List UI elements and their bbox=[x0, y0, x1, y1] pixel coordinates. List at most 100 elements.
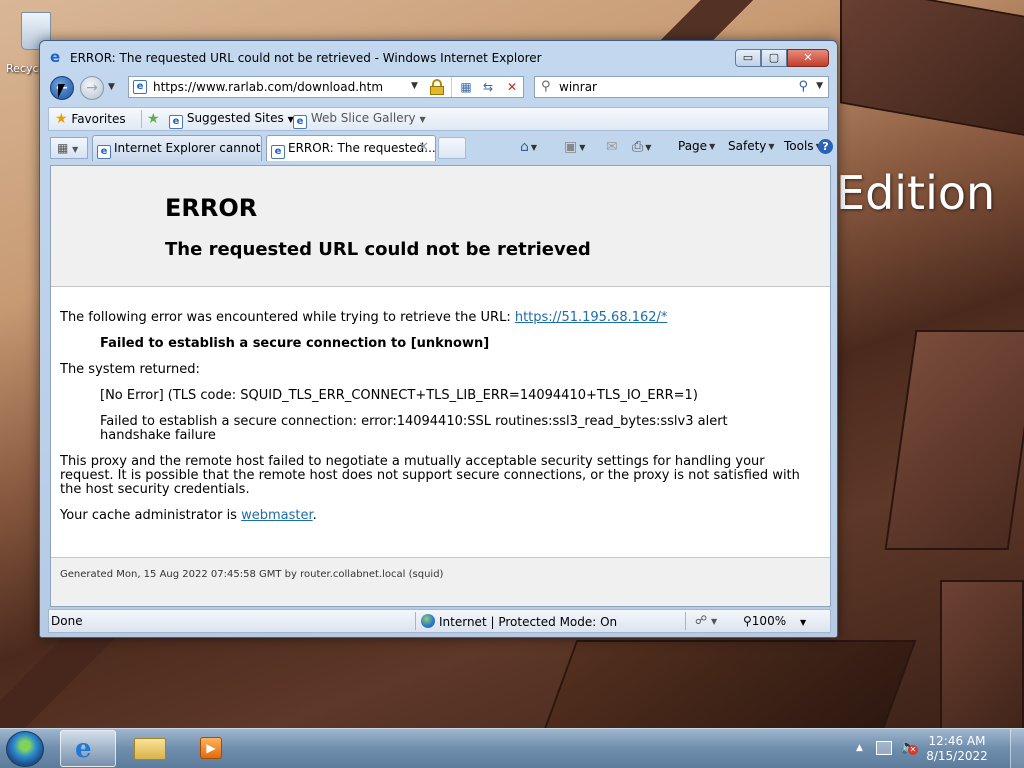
close-button[interactable]: ✕ bbox=[787, 49, 829, 67]
tools-menu[interactable]: Tools▼ bbox=[784, 139, 822, 153]
minimize-button[interactable]: ▭ bbox=[735, 49, 761, 67]
ie-logo-icon: e bbox=[75, 734, 92, 764]
safety-menu[interactable]: Safety ▼ bbox=[728, 139, 775, 153]
error-url-link[interactable]: https://51.195.68.162/* bbox=[515, 310, 668, 325]
mail-icon: ✉ bbox=[606, 139, 618, 155]
feeds-button[interactable]: ▣ ▼ bbox=[564, 139, 585, 155]
ie-logo-icon: e bbox=[50, 48, 61, 66]
print-button[interactable]: ⎙ ▼ bbox=[632, 139, 651, 155]
maximize-button[interactable]: ▢ bbox=[761, 49, 787, 67]
help-menu[interactable]: ? bbox=[818, 139, 833, 154]
wallpaper-chocolate bbox=[840, 0, 1024, 137]
start-button[interactable] bbox=[6, 731, 44, 767]
tab-label: Internet Explorer cannot ... bbox=[114, 141, 262, 155]
cache-admin-line: Your cache administrator is webmaster. bbox=[60, 509, 815, 523]
search-input[interactable]: winrar bbox=[559, 80, 597, 94]
security-zone[interactable]: Internet | Protected Mode: On bbox=[421, 614, 617, 629]
protected-mode-settings-button[interactable]: ☍ ▼ bbox=[695, 613, 717, 627]
search-provider-icon: ⚲ bbox=[541, 79, 551, 94]
new-tab-button[interactable] bbox=[438, 137, 466, 159]
ie-page-icon: e bbox=[271, 145, 285, 159]
page-menu[interactable]: Page ▼ bbox=[678, 139, 715, 153]
quick-tabs-button[interactable]: ▦ ▼ bbox=[50, 137, 88, 159]
printer-icon: ⎙ bbox=[632, 139, 644, 155]
error-failure: Failed to establish a secure connection … bbox=[100, 336, 490, 351]
wallpaper-chocolate bbox=[543, 640, 917, 728]
error-intro-text: The following error was encountered whil… bbox=[60, 310, 515, 325]
forward-button[interactable]: → bbox=[80, 76, 104, 100]
show-desktop-button[interactable] bbox=[1010, 729, 1024, 768]
page-menu-label: Page bbox=[678, 139, 708, 153]
taskbar-media-player[interactable]: ▶ bbox=[182, 730, 238, 767]
web-slice-gallery-link[interactable]: e Web Slice Gallery ▼ bbox=[293, 111, 426, 129]
tab-internet-explorer-cannot[interactable]: e Internet Explorer cannot ... bbox=[92, 135, 262, 161]
home-icon: ⌂ bbox=[520, 139, 529, 155]
zoom-level: 100% bbox=[751, 614, 787, 628]
system-returned-label: The system returned: bbox=[60, 362, 200, 377]
recycle-bin-label: Recyc bbox=[6, 62, 39, 75]
safety-menu-label: Safety bbox=[728, 139, 767, 153]
title-bar[interactable]: e ERROR: The requested URL could not be … bbox=[40, 41, 837, 75]
favorites-label: Favorites bbox=[71, 112, 126, 126]
cache-admin-suffix: . bbox=[312, 508, 317, 523]
divider bbox=[685, 612, 686, 630]
add-to-favorites-bar-button[interactable]: ★ bbox=[147, 111, 160, 127]
recent-pages-dropdown[interactable]: ▼ bbox=[108, 82, 115, 92]
lock-icon[interactable] bbox=[429, 79, 445, 95]
chevron-down-icon: ▼ bbox=[799, 618, 807, 627]
chevron-down-icon: ▼ bbox=[419, 115, 426, 124]
stop-icon[interactable]: ✕ bbox=[503, 79, 521, 95]
tools-menu-label: Tools bbox=[784, 139, 814, 153]
error-explanation: This proxy and the remote host failed to… bbox=[60, 454, 800, 497]
muted-badge: ✕ bbox=[908, 745, 918, 755]
search-icon[interactable]: ⚲ bbox=[798, 79, 808, 94]
zoom-level-button[interactable]: ⚲100% ▼ bbox=[743, 614, 806, 628]
favorites-bar: ★ Favorites ★ e Suggested Sites ▼ e Web … bbox=[48, 107, 829, 131]
read-mail-button[interactable]: ✉ bbox=[606, 139, 618, 155]
add-favorite-icon: ★ bbox=[147, 111, 160, 127]
ie-window: e ERROR: The requested URL could not be … bbox=[39, 40, 838, 638]
chevron-down-icon: ▼ bbox=[709, 142, 716, 151]
ie-page-icon: e bbox=[169, 115, 183, 129]
mouse-cursor-icon bbox=[58, 84, 65, 98]
error-intro: The following error was encountered whil… bbox=[60, 311, 815, 325]
address-dropdown[interactable]: ▼ bbox=[411, 81, 418, 91]
taskbar-windows-explorer[interactable] bbox=[122, 730, 178, 767]
clock[interactable]: 12:46 AM 8/15/2022 bbox=[924, 734, 990, 764]
webmaster-link[interactable]: webmaster bbox=[241, 508, 313, 523]
zoom-icon: ⚲ bbox=[743, 614, 752, 628]
compatibility-view-icon[interactable]: ▦ bbox=[457, 79, 475, 95]
security-zone-label: Internet | Protected Mode: On bbox=[439, 615, 618, 629]
page-content: ERROR The requested URL could not be ret… bbox=[50, 165, 831, 607]
error-title: ERROR bbox=[165, 194, 258, 222]
divider bbox=[141, 110, 142, 128]
rss-icon: ▣ bbox=[564, 139, 578, 155]
wallpaper-chocolate bbox=[940, 580, 1024, 728]
navigation-bar: ← → ▼ e https://www.rarlab.com/download.… bbox=[48, 75, 829, 103]
network-icon[interactable] bbox=[876, 741, 892, 755]
tls-error-code: [No Error] (TLS code: SQUID_TLS_ERR_CONN… bbox=[100, 388, 698, 403]
tab-label: ERROR: The requested... bbox=[288, 141, 436, 155]
error-header: ERROR The requested URL could not be ret… bbox=[51, 166, 830, 287]
home-button[interactable]: ⌂ ▼ bbox=[520, 139, 537, 155]
suggested-sites-link[interactable]: e Suggested Sites ▼ bbox=[169, 111, 294, 129]
search-options-dropdown[interactable]: ▼ bbox=[816, 81, 823, 91]
favorites-star-icon: ★ bbox=[55, 111, 68, 127]
caption-buttons: ▭ ▢ ✕ bbox=[735, 49, 829, 67]
volume-muted-icon[interactable]: 🔈✕ bbox=[900, 739, 918, 755]
error-subtitle: The requested URL could not be retrieved bbox=[165, 239, 591, 260]
lock-body bbox=[430, 86, 444, 95]
taskbar-internet-explorer[interactable]: e bbox=[60, 730, 116, 767]
address-input[interactable]: https://www.rarlab.com/download.htm bbox=[153, 80, 383, 94]
help-icon: ? bbox=[818, 139, 833, 154]
show-hidden-icons-button[interactable]: ▲ bbox=[856, 743, 863, 753]
search-box[interactable]: ⚲ winrar ⚲ ▼ bbox=[534, 76, 829, 98]
divider bbox=[451, 77, 452, 97]
tab-error-requested[interactable]: e ERROR: The requested... ✕ bbox=[266, 135, 436, 161]
wallpaper-chocolate bbox=[884, 330, 1024, 550]
address-bar[interactable]: e https://www.rarlab.com/download.htm ▼ … bbox=[128, 76, 524, 98]
favorites-button[interactable]: ★ Favorites bbox=[55, 111, 126, 127]
chevron-down-icon: ▼ bbox=[768, 142, 775, 151]
close-tab-icon[interactable]: ✕ bbox=[418, 136, 429, 160]
refresh-icon[interactable]: ⇆ bbox=[479, 79, 497, 95]
